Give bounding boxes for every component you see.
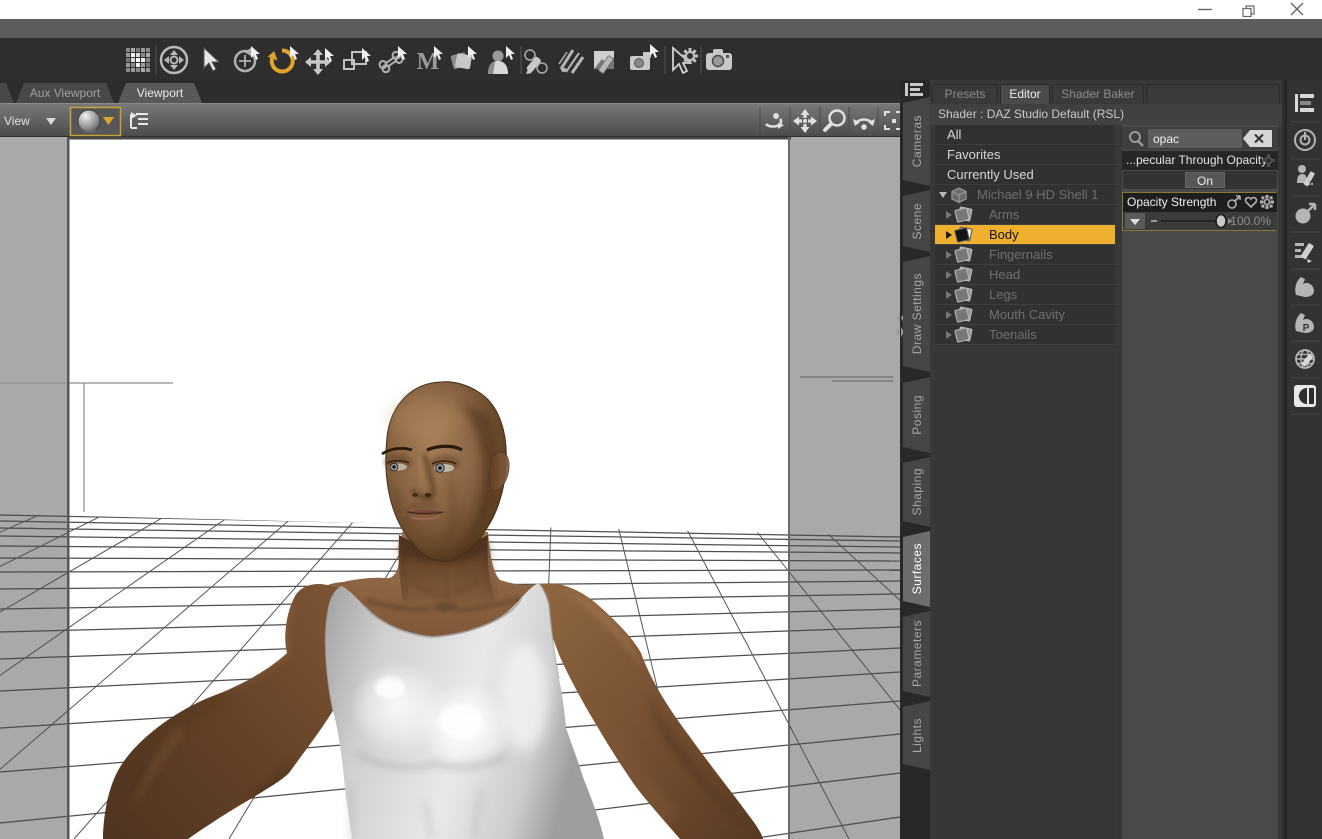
svg-text:View: View	[4, 114, 30, 128]
svg-text:opac: opac	[1153, 132, 1179, 146]
svg-text:P: P	[1303, 323, 1310, 334]
svg-text:100.0%: 100.0%	[1230, 214, 1271, 228]
